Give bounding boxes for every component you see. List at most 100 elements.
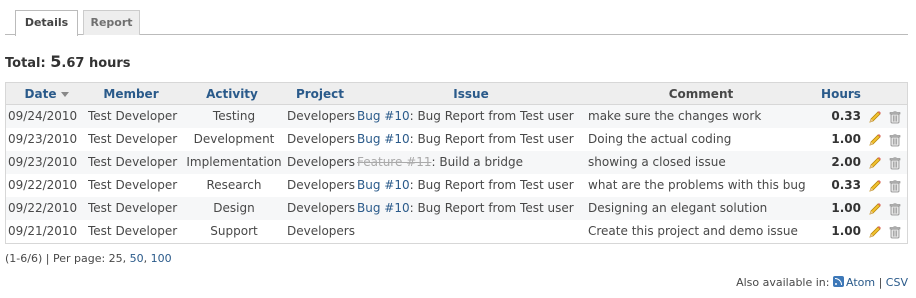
column-header-comment: Comment (668, 87, 734, 101)
column-header-issue[interactable]: Issue (426, 83, 516, 104)
edit-pencil-icon[interactable] (868, 128, 882, 151)
feed-icon (832, 276, 844, 287)
comment-cell: make sure the changes work (588, 109, 762, 123)
column-header-date[interactable]: Date (8, 83, 86, 104)
project-cell: Developers (287, 132, 355, 146)
activity-cell: Development (193, 132, 275, 146)
csv-link[interactable]: CSV (886, 276, 908, 289)
activity-cell: Implementation (186, 155, 282, 169)
total-unit: hours (88, 56, 131, 71)
table-row: 09/24/2010 Test Developer Testing Developer… (6, 105, 907, 128)
total-hours: Total: 5.67 hours (5, 52, 131, 71)
member-cell: Test Developer (88, 224, 178, 238)
trash-icon[interactable] (888, 174, 902, 197)
issue-link[interactable]: Bug #10 (357, 109, 410, 123)
issue-link[interactable]: Bug #10 (357, 201, 410, 215)
per-page-100-link[interactable]: 100 (151, 252, 172, 265)
edit-pencil-icon[interactable] (868, 197, 882, 220)
trash-icon[interactable] (888, 105, 902, 128)
member-cell: Test Developer (88, 132, 178, 146)
total-label: Total: (5, 56, 46, 71)
issue-title: : Build a bridge (431, 155, 523, 169)
total-value-dec: .67 (61, 56, 85, 71)
tab-details[interactable]: Details (15, 10, 78, 36)
date-cell: 09/22/2010 (8, 178, 78, 192)
column-header-member[interactable]: Member (96, 83, 166, 104)
per-page-current: 25 (108, 252, 123, 265)
trash-icon[interactable] (888, 128, 902, 151)
member-cell: Test Developer (88, 155, 178, 169)
hours-cell: 0.33 (831, 109, 861, 123)
table-header: Date Member Activity Project Issue Comme… (6, 83, 907, 105)
per-page-label: | Per page: (42, 252, 109, 265)
issue-title: : Bug Report from Test user (409, 178, 574, 192)
date-cell: 09/23/2010 (8, 155, 78, 169)
sort-desc-icon (61, 92, 70, 97)
project-cell: Developers (287, 155, 355, 169)
comment-cell: Doing the actual coding (588, 132, 732, 146)
activity-cell: Research (206, 178, 262, 192)
table-row: 09/22/2010 Test Developer Design Developers… (6, 197, 907, 220)
project-cell: Developers (287, 178, 355, 192)
table-row: 09/23/2010 Test Developer Implementation De… (6, 151, 907, 174)
member-cell: Test Developer (88, 109, 178, 123)
column-header-date-label: Date (24, 87, 57, 101)
issue-cell: Bug #10: Bug Report from Test user (357, 105, 587, 128)
activity-cell: Testing (212, 109, 256, 123)
per-page-comma-2: , (143, 252, 151, 265)
formats-label: Also available in: (736, 276, 830, 289)
edit-pencil-icon[interactable] (868, 174, 882, 197)
comment-cell: Create this project and demo issue (588, 224, 798, 238)
date-cell: 09/23/2010 (8, 132, 78, 146)
member-cell: Test Developer (88, 178, 178, 192)
per-page-comma: , (122, 252, 130, 265)
tab-report[interactable]: Report (83, 10, 140, 35)
issue-link[interactable]: Bug #10 (357, 178, 410, 192)
comment-cell: what are the problems with this bug (588, 178, 806, 192)
issue-title: : Bug Report from Test user (409, 201, 574, 215)
issue-link[interactable]: Feature #11 (357, 155, 431, 169)
project-cell: Developers (287, 224, 355, 238)
issue-title: : Bug Report from Test user (409, 132, 574, 146)
other-formats: Also available in: Atom | CSV (736, 275, 908, 289)
column-header-hours[interactable]: Hours (816, 83, 866, 104)
member-cell: Test Developer (88, 201, 178, 215)
edit-pencil-icon[interactable] (868, 151, 882, 174)
issue-cell: Bug #10: Bug Report from Test user (357, 128, 587, 151)
date-cell: 09/24/2010 (8, 109, 78, 123)
project-cell: Developers (287, 109, 355, 123)
trash-icon[interactable] (888, 151, 902, 174)
hours-cell: 2.00 (831, 155, 861, 169)
comment-cell: Designing an elegant solution (588, 201, 768, 215)
hours-cell: 1.00 (831, 224, 861, 238)
tab-bar: Details Report (5, 10, 908, 36)
issue-cell: Bug #10: Bug Report from Test user (357, 197, 587, 220)
pagination-range: (1-6/6) (5, 252, 43, 265)
formats-separator: | (878, 276, 883, 289)
trash-icon[interactable] (888, 197, 902, 220)
total-value-int: 5 (50, 52, 62, 71)
edit-pencil-icon[interactable] (868, 105, 882, 128)
trash-icon[interactable] (888, 220, 902, 243)
hours-cell: 0.33 (831, 178, 861, 192)
hours-cell: 1.00 (831, 132, 861, 146)
column-header-activity[interactable]: Activity (192, 83, 272, 104)
activity-cell: Support (210, 224, 258, 238)
table-row: 09/23/2010 Test Developer Development Devel… (6, 128, 907, 151)
date-cell: 09/22/2010 (8, 201, 78, 215)
column-header-project[interactable]: Project (290, 83, 350, 104)
issue-link[interactable]: Bug #10 (357, 132, 410, 146)
activity-cell: Design (213, 201, 255, 215)
edit-pencil-icon[interactable] (868, 220, 882, 243)
hours-cell: 1.00 (831, 201, 861, 215)
comment-cell: showing a closed issue (588, 155, 726, 169)
project-cell: Developers (287, 201, 355, 215)
per-page-50-link[interactable]: 50 (130, 252, 144, 265)
issue-cell: Bug #10: Bug Report from Test user (357, 174, 587, 197)
table-row: 09/22/2010 Test Developer Research Develope… (6, 174, 907, 197)
pagination: (1-6/6) | Per page: 25, 50, 100 (5, 252, 172, 265)
issue-cell: Feature #11: Build a bridge (357, 151, 587, 174)
time-entries-table: Date Member Activity Project Issue Comme… (5, 82, 908, 244)
date-cell: 09/21/2010 (8, 224, 78, 238)
atom-link[interactable]: Atom (846, 276, 875, 289)
